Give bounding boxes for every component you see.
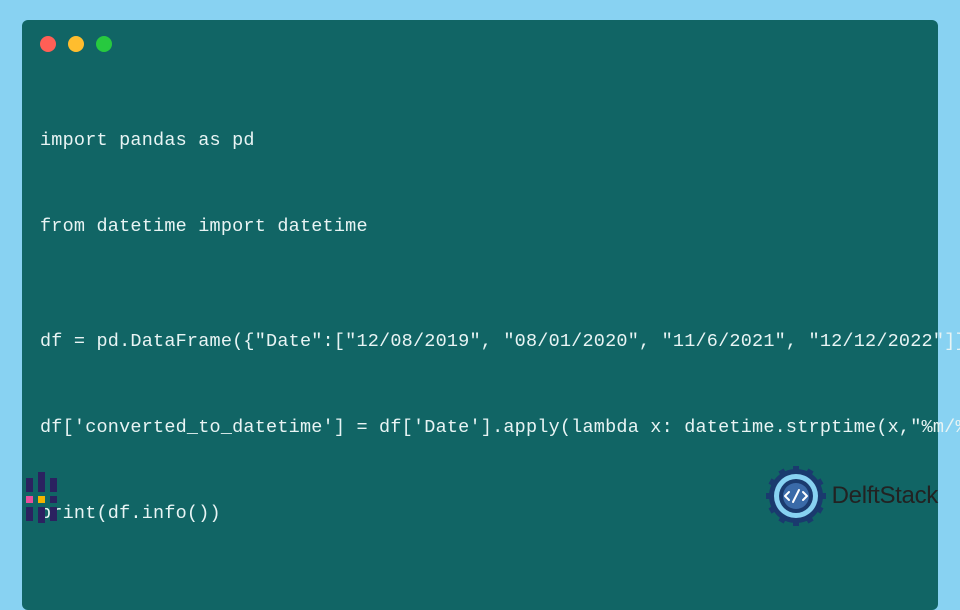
code-line: from datetime import datetime <box>40 213 920 242</box>
brand-logo: DelftStack <box>766 466 938 526</box>
close-dot-icon <box>40 36 56 52</box>
code-line: df = pd.DataFrame({"Date":["12/08/2019",… <box>40 328 920 357</box>
window-title-bar <box>22 20 938 62</box>
minimize-dot-icon <box>68 36 84 52</box>
left-logo-icon <box>22 470 70 526</box>
brand-name: DelftStack <box>832 482 938 510</box>
maximize-dot-icon <box>96 36 112 52</box>
code-line: df['converted_to_datetime'] = df['Date']… <box>40 414 920 443</box>
code-line: import pandas as pd <box>40 127 920 156</box>
gear-icon <box>766 466 826 526</box>
